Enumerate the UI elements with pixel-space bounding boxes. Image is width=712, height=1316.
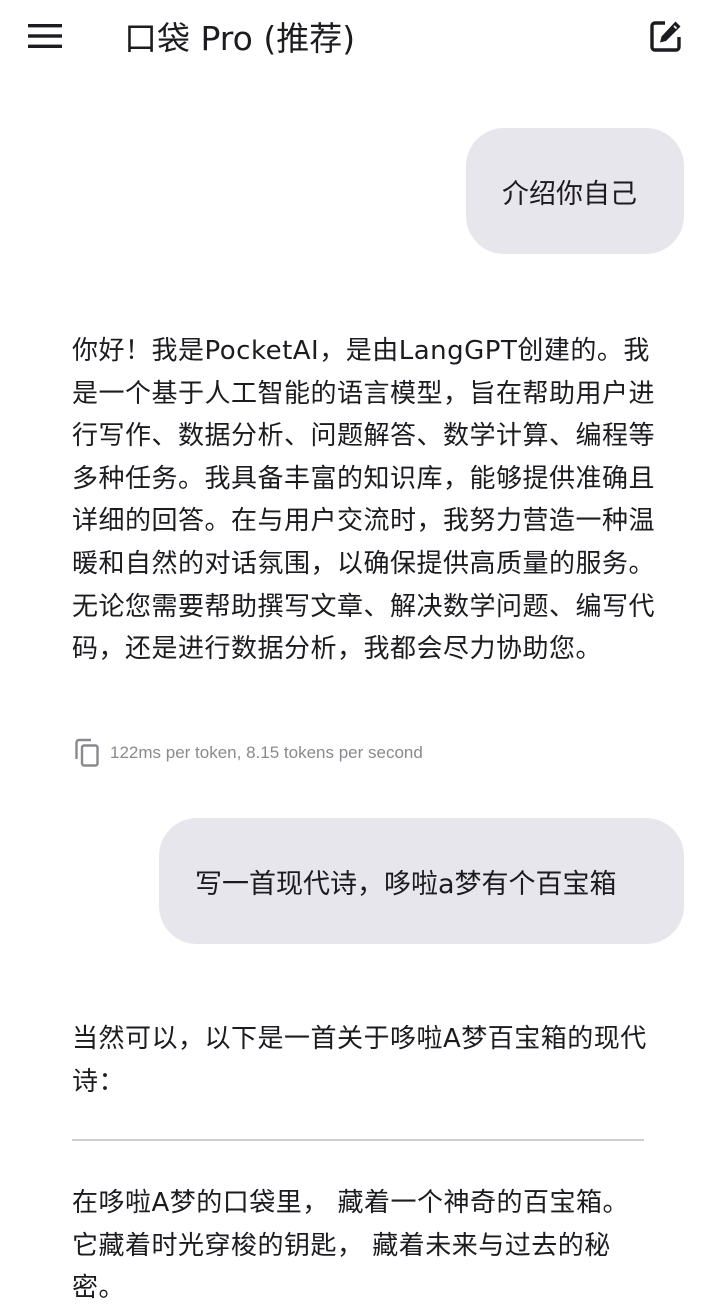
message-stats: 122ms per token, 8.15 tokens per second xyxy=(72,736,423,770)
assistant-message: 你好！我是PocketAI，是由LangGPT创建的。我是一个基于人工智能的语言… xyxy=(72,336,656,665)
user-message-text: 介绍你自己 xyxy=(502,178,637,210)
assistant-message-intro: 当然可以，以下是一首关于哆啦A梦百宝箱的现代诗： xyxy=(72,1024,647,1097)
token-stats-text: 122ms per token, 8.15 tokens per second xyxy=(110,743,423,762)
user-message: 写一首现代诗，哆啦a梦有个百宝箱 xyxy=(159,818,684,944)
menu-button[interactable] xyxy=(22,14,70,58)
user-message-text: 写一首现代诗，哆啦a梦有个百宝箱 xyxy=(195,868,617,900)
assistant-poem: 在哆啦A梦的口袋里， 藏着一个神奇的百宝箱。 它藏着时光穿梭的钥匙， 藏着未来与… xyxy=(72,1188,630,1304)
new-chat-button[interactable] xyxy=(640,10,692,62)
user-message: 介绍你自己 xyxy=(466,128,684,254)
app-bar: 口袋 Pro (推荐) xyxy=(0,0,712,80)
copy-icon xyxy=(75,738,99,767)
hamburger-menu-icon xyxy=(28,24,62,48)
divider xyxy=(72,1139,644,1141)
app-title[interactable]: 口袋 Pro (推荐) xyxy=(124,14,355,64)
copy-button[interactable] xyxy=(72,736,102,770)
edit-square-icon xyxy=(650,21,681,52)
